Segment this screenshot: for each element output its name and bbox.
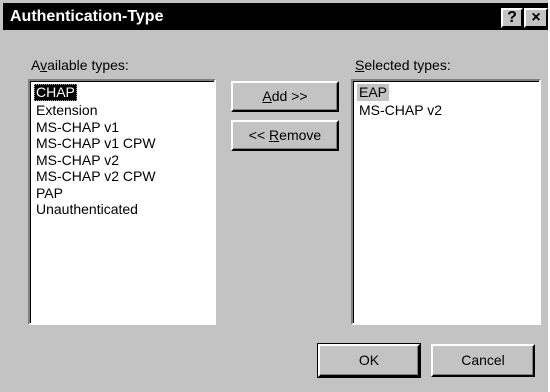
ok-button[interactable]: OK (317, 343, 421, 378)
list-item-chap[interactable]: CHAP (34, 84, 77, 101)
list-item-pap[interactable]: PAP (34, 185, 214, 202)
close-icon: × (531, 9, 541, 26)
available-types-label: Available types: (31, 57, 129, 73)
list-item-unauthenticated[interactable]: Unauthenticated (34, 201, 214, 218)
list-item-ms-chap-v2-selected[interactable]: MS-CHAP v2 (357, 102, 539, 119)
available-types-list[interactable]: CHAP Extension MS-CHAP v1 MS-CHAP v1 CPW… (28, 79, 216, 325)
close-button[interactable]: × (524, 8, 548, 28)
list-item-ms-chap-v2-cpw[interactable]: MS-CHAP v2 CPW (34, 168, 214, 185)
selected-types-label: Selected types: (355, 57, 451, 73)
list-item-ms-chap-v1[interactable]: MS-CHAP v1 (34, 119, 214, 136)
help-button[interactable]: ? (501, 8, 523, 28)
remove-button[interactable]: << Remove (231, 120, 339, 151)
title-bar[interactable]: Authentication-Type ? × (3, 3, 548, 30)
list-item-ms-chap-v1-cpw[interactable]: MS-CHAP v1 CPW (34, 135, 214, 152)
help-icon: ? (507, 9, 517, 26)
list-item-ms-chap-v2[interactable]: MS-CHAP v2 (34, 152, 214, 169)
add-button[interactable]: Add >> (231, 81, 339, 112)
list-item-extension[interactable]: Extension (34, 102, 214, 119)
authentication-type-dialog: Authentication-Type ? × Available types:… (0, 0, 548, 392)
cancel-button[interactable]: Cancel (431, 344, 535, 377)
list-item-eap[interactable]: EAP (357, 84, 390, 101)
selected-types-list[interactable]: EAP MS-CHAP v2 (351, 79, 541, 325)
window-title: Authentication-Type (10, 8, 164, 25)
